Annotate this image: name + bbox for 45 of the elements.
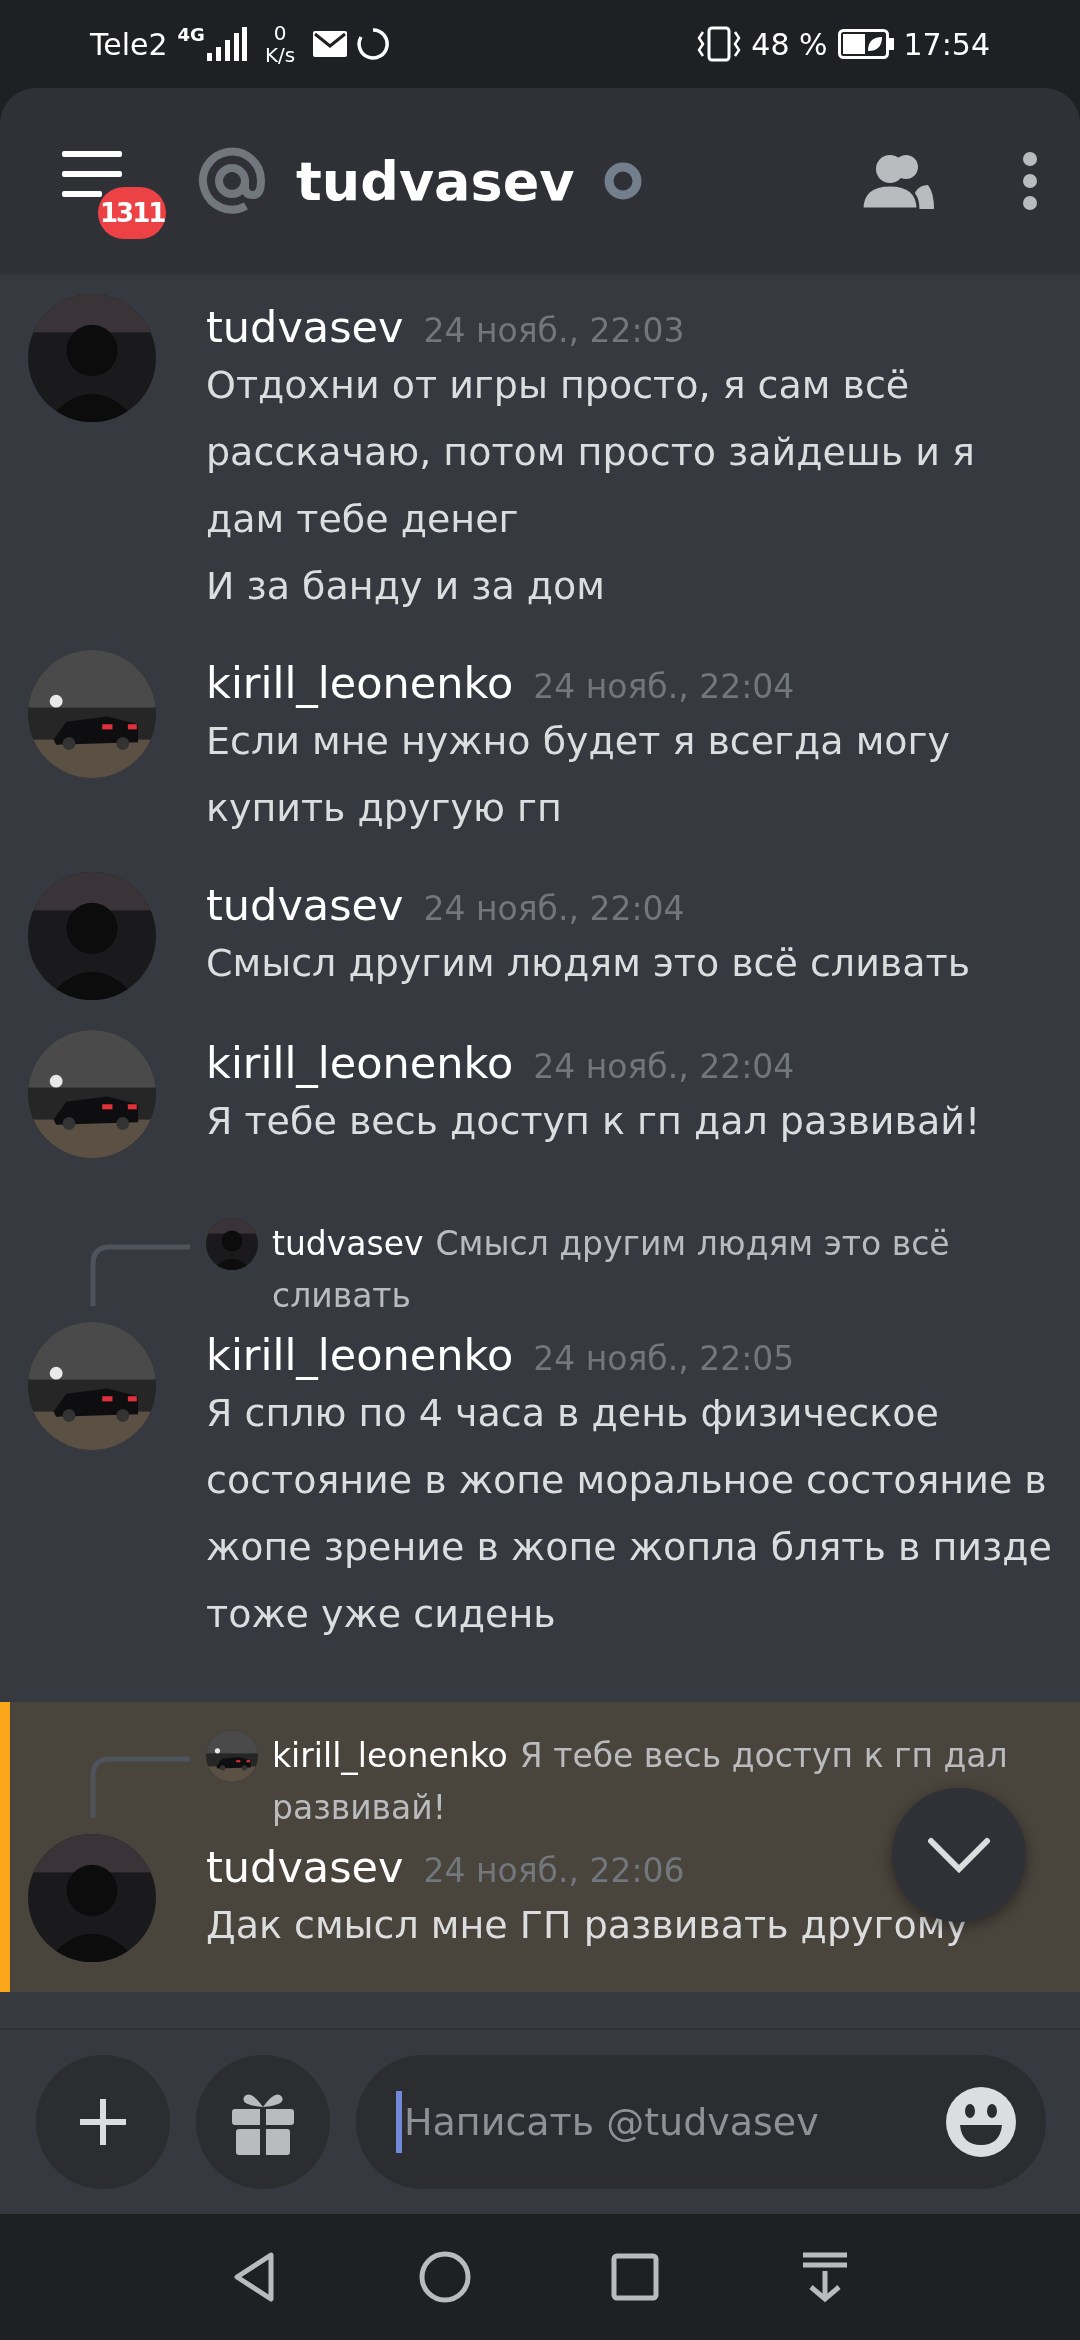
- battery-percent: 48 %: [751, 26, 828, 62]
- menu-icon[interactable]: [62, 151, 122, 197]
- author-name[interactable]: kirill_leonenko: [206, 1038, 514, 1088]
- more-icon[interactable]: [1020, 151, 1040, 211]
- message-text: Дак смысл мне ГП развивать другому: [206, 1902, 969, 1949]
- home-icon[interactable]: [417, 2249, 473, 2305]
- loading-icon: [357, 28, 390, 60]
- author-name[interactable]: tudvasev: [206, 302, 404, 352]
- message-timestamp: 24 нояб., 22:03: [423, 311, 685, 350]
- plus-icon: [78, 2097, 128, 2147]
- author-name[interactable]: kirill_leonenko: [206, 1330, 514, 1380]
- at-sign-icon: [198, 147, 266, 215]
- message-text: Я тебе весь доступ к гп дал развивай!: [206, 1098, 982, 1145]
- chat-title: tudvasev: [296, 149, 575, 213]
- author-name[interactable]: tudvasev: [206, 880, 404, 930]
- message-timestamp: 24 нояб., 22:05: [533, 1339, 795, 1378]
- reply-preview[interactable]: tudvasev Смысл другим людям это всё сливать: [272, 1218, 1060, 1322]
- text-cursor: [396, 2091, 402, 2153]
- author-name[interactable]: kirill_leonenko: [206, 658, 514, 708]
- network-type: 4G: [177, 24, 205, 45]
- mail-icon: [313, 31, 348, 57]
- message-timestamp: 24 нояб., 22:04: [533, 667, 795, 706]
- chevron-down-icon: [927, 1837, 991, 1873]
- clock-time: 17:54: [903, 26, 990, 62]
- message-timestamp: 24 нояб., 22:04: [533, 1047, 795, 1086]
- message-text: Отдохни от игры просто, я сам всё расскачаю, потом просто зайдешь и я дам тебе денег: [206, 362, 976, 543]
- signal-icon: [206, 27, 247, 61]
- message-text: Я сплю по 4 часа в день физическое состояние в жопе моральное состояние в жопе зрение в жопе жопла блять в пизде тоже уже сидень: [206, 1390, 1053, 1638]
- message-text: И за банду и за дом: [206, 563, 607, 610]
- emoji-icon[interactable]: [946, 2087, 1016, 2157]
- speed-value: 0: [273, 22, 287, 44]
- author-name[interactable]: tudvasev: [206, 1842, 404, 1892]
- reply-preview[interactable]: kirill_leonenko Я тебе весь доступ к гп дал развивай!: [272, 1730, 1060, 1834]
- unread-badge: 1311: [98, 187, 167, 239]
- carrier-name: Tele2: [90, 26, 168, 62]
- vibrate-icon: [697, 26, 742, 62]
- status-indicator: [602, 161, 643, 201]
- message-timestamp: 24 нояб., 22:06: [423, 1851, 685, 1890]
- battery-icon: [837, 29, 894, 59]
- members-icon[interactable]: [862, 153, 934, 209]
- speed-unit: K/s: [264, 44, 296, 66]
- message-text: Если мне нужно будет я всегда могу купить другую гп: [206, 718, 952, 832]
- message-text: Смысл другим людям это всё сливать: [206, 940, 972, 987]
- message-input[interactable]: Написать @tudvasev: [356, 2055, 1046, 2189]
- message-timestamp: 24 нояб., 22:04: [423, 889, 685, 928]
